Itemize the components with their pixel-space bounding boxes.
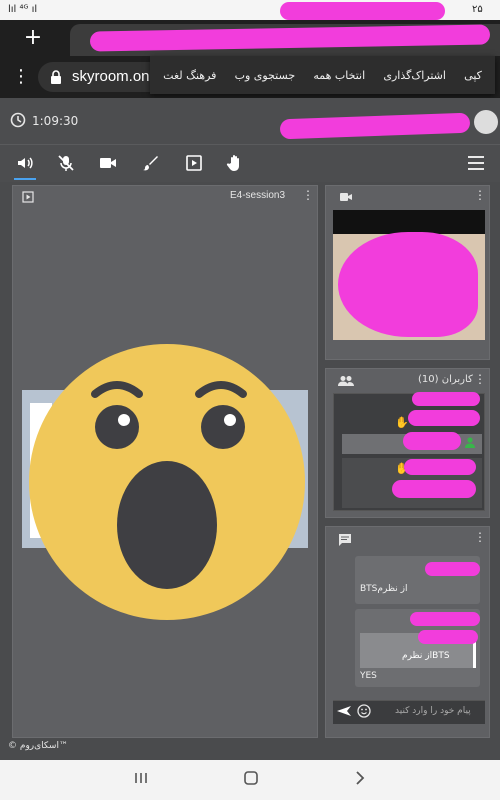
- menu-copy[interactable]: کپی: [464, 69, 482, 82]
- chat-icon: [338, 533, 352, 546]
- status-time: ۲۵: [472, 4, 483, 15]
- redaction-mark: [410, 612, 480, 626]
- redaction-mark: [403, 432, 461, 450]
- send-icon: [337, 706, 351, 716]
- speaker-button[interactable]: [14, 152, 36, 174]
- play-box-icon: [22, 191, 34, 203]
- emoji-picker-button[interactable]: [357, 704, 371, 718]
- users-icon: [338, 375, 354, 387]
- lock-icon: [50, 70, 62, 84]
- camera-icon: [100, 158, 116, 168]
- session-timer: 1:09:30: [32, 114, 79, 128]
- redaction-mark: [408, 410, 480, 426]
- surprised-emoji-sticker: [27, 342, 307, 622]
- menu-select-all[interactable]: انتخاب همه: [313, 69, 365, 82]
- hand-icon: [226, 155, 239, 171]
- panel-menu-button[interactable]: ⋮: [474, 372, 486, 386]
- users-panel-title: کاربران (10): [418, 374, 473, 385]
- redaction-mark: [280, 2, 445, 20]
- menu-dictionary[interactable]: فرهنگ لغت: [163, 69, 216, 82]
- footer: [0, 738, 500, 760]
- menu-share[interactable]: اشتراک‌گذاری: [383, 69, 446, 82]
- main-menu-button[interactable]: [465, 152, 487, 174]
- chat-quote-text: BTSاز نظرم: [402, 651, 450, 661]
- play-box-icon: [186, 155, 202, 171]
- draw-button[interactable]: [140, 152, 162, 174]
- copyright-text: © اسکای‌روم™: [8, 741, 68, 751]
- home-icon[interactable]: [243, 770, 259, 786]
- camera-button[interactable]: [97, 152, 119, 174]
- speaker-icon: [18, 157, 33, 169]
- hamburger-menu-icon: [468, 156, 484, 170]
- back-icon[interactable]: [352, 770, 368, 786]
- media-button[interactable]: [183, 152, 205, 174]
- send-button[interactable]: [336, 705, 352, 717]
- chat-message-text: از نظرمBTS: [360, 584, 408, 594]
- mic-off-icon: [58, 155, 74, 171]
- redaction-mark: [425, 562, 480, 576]
- redaction-mark: [392, 480, 476, 498]
- panel-menu-button[interactable]: ⋮: [474, 188, 486, 202]
- menu-web-search[interactable]: جستجوی وب: [235, 69, 296, 82]
- browser-menu-button[interactable]: ⋮: [12, 66, 30, 88]
- clock-icon: [10, 112, 26, 128]
- video-feed-top: [333, 210, 485, 234]
- mic-button[interactable]: [55, 152, 77, 174]
- panel-menu-button[interactable]: ⋮: [474, 530, 486, 544]
- redaction-mark: [418, 630, 478, 644]
- recent-apps-icon[interactable]: [133, 770, 149, 786]
- panel-menu-button[interactable]: ⋮: [302, 188, 314, 202]
- raised-hand-icon: ✋: [395, 416, 409, 429]
- user-active-icon: [464, 436, 476, 448]
- redaction-mark: [338, 232, 478, 337]
- active-indicator: [14, 178, 36, 180]
- chat-message-text: YES: [360, 671, 377, 681]
- redaction-mark: [404, 459, 476, 475]
- smiley-icon: [357, 704, 371, 718]
- url-text: skyroom.onl: [72, 68, 153, 85]
- brush-icon: [143, 156, 158, 171]
- redaction-mark: [412, 392, 480, 406]
- text-selection-menu: کپی اشتراک‌گذاری انتخاب همه جستجوی وب فر…: [150, 56, 495, 94]
- new-tab-button[interactable]: +: [22, 27, 44, 49]
- raise-hand-button[interactable]: [224, 152, 246, 174]
- camera-icon: [339, 191, 353, 203]
- avatar[interactable]: [474, 110, 498, 134]
- chat-input-placeholder: پیام خود را وارد کنید: [395, 706, 471, 716]
- presentation-title: E4-session3: [230, 190, 286, 201]
- signal-indicators: lıl ⁴ᴳ ıl: [8, 4, 38, 15]
